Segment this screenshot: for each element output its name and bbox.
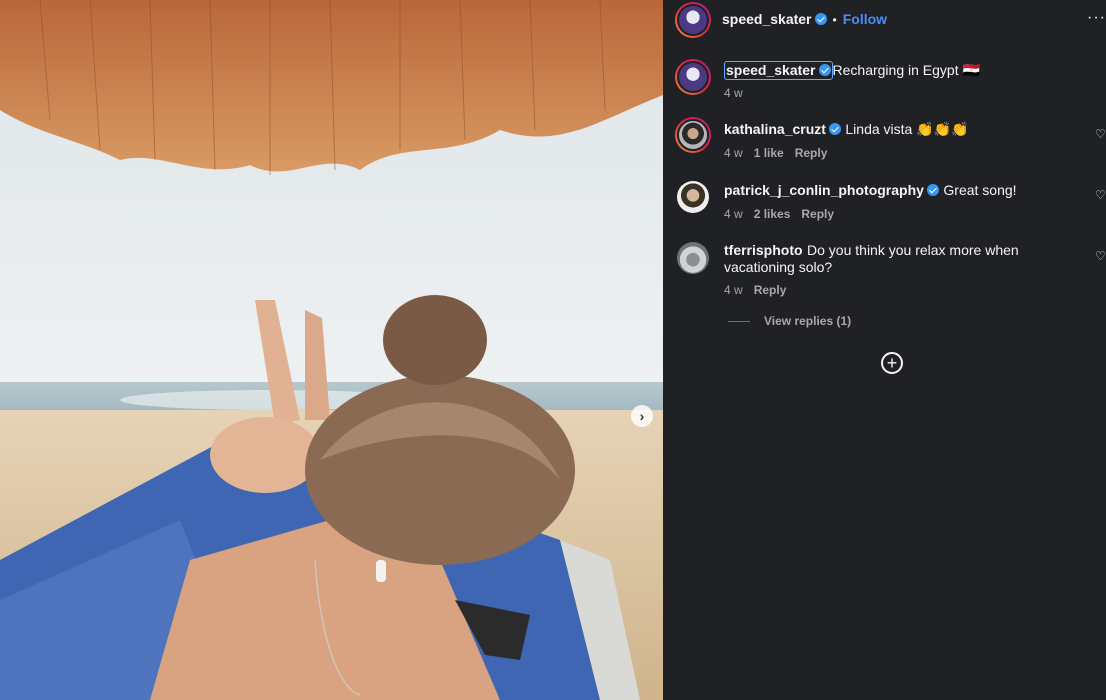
comment-avatar[interactable] — [677, 242, 709, 274]
comment-text: Linda vista 👏👏👏 — [845, 121, 969, 137]
comment: patrick_j_conlin_photography Great song! — [724, 182, 1084, 199]
beach-photo-illustration — [0, 0, 663, 700]
comment-avatar[interactable] — [675, 117, 711, 153]
author-username[interactable]: speed_skater — [722, 11, 812, 27]
comment-username[interactable]: tferrisphoto — [724, 242, 803, 258]
reply-button[interactable]: Reply — [795, 146, 828, 160]
follow-button[interactable]: Follow — [843, 11, 887, 27]
heart-icon[interactable]: ♡ — [1095, 188, 1106, 202]
comment: tferrisphoto Do you think you relax more… — [724, 242, 1084, 276]
view-replies-button[interactable]: View replies (1) — [764, 314, 851, 328]
verified-badge-icon — [818, 64, 831, 76]
next-photo-button[interactable]: › — [631, 405, 653, 427]
caption-meta: 4 w — [724, 86, 754, 100]
caption-username[interactable]: speed_skater — [726, 62, 816, 78]
comment-time[interactable]: 4 w — [724, 283, 743, 297]
caption-time[interactable]: 4 w — [724, 86, 743, 100]
view-replies-line — [728, 321, 750, 322]
author-avatar[interactable] — [675, 2, 711, 38]
verified-badge-icon — [828, 123, 841, 135]
heart-icon[interactable]: ♡ — [1095, 127, 1106, 141]
comment-meta: 4 w Reply — [724, 283, 797, 297]
comment-text: Great song! — [943, 182, 1017, 198]
comment: kathalina_cruzt Linda vista 👏👏👏 — [724, 121, 1084, 138]
reply-button[interactable]: Reply — [754, 283, 787, 297]
comment-username[interactable]: patrick_j_conlin_photography — [724, 182, 924, 198]
comment-avatar[interactable] — [677, 181, 709, 213]
comment-time[interactable]: 4 w — [724, 146, 743, 160]
comment-time[interactable]: 4 w — [724, 207, 743, 221]
comment-likes[interactable]: 2 likes — [754, 207, 791, 221]
comment-meta: 4 w 1 like Reply — [724, 146, 838, 160]
caption-username-box[interactable]: speed_skater — [724, 61, 833, 80]
caption-text: Recharging in Egypt 🇪🇬 — [832, 62, 980, 78]
more-options-icon[interactable]: ··· — [1087, 9, 1106, 27]
post-photo[interactable]: › — [0, 0, 663, 700]
comment-meta: 4 w 2 likes Reply — [724, 207, 845, 221]
verified-badge-icon — [926, 184, 939, 196]
comment-likes[interactable]: 1 like — [754, 146, 784, 160]
post-header: speed_skater • Follow — [722, 11, 887, 29]
separator-dot: • — [832, 13, 837, 27]
reply-button[interactable]: Reply — [801, 207, 834, 221]
comment-username[interactable]: kathalina_cruzt — [724, 121, 826, 137]
comments-panel: speed_skater • Follow ··· speed_skater Rech… — [663, 0, 1106, 700]
caption-avatar[interactable] — [675, 59, 711, 95]
heart-icon[interactable]: ♡ — [1095, 249, 1106, 263]
verified-badge-icon — [814, 13, 827, 25]
load-more-comments-icon[interactable]: + — [881, 352, 903, 374]
caption: speed_skater Recharging in Egypt 🇪🇬 — [724, 61, 1084, 80]
